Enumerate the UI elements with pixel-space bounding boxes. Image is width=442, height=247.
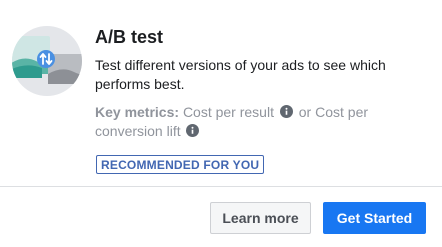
key-metrics-label: Key metrics: (95, 104, 180, 120)
footer-divider (0, 186, 442, 187)
ab-test-illustration-icon (12, 26, 82, 96)
card-title: A/B test (95, 27, 164, 47)
ab-test-card: A/B test Test different versions of your… (0, 0, 442, 247)
card-description: Test different versions of your ads to s… (95, 57, 386, 92)
info-icon[interactable] (279, 105, 293, 118)
metric-cost-per-result: Cost per result (182, 104, 274, 120)
info-icon[interactable] (186, 124, 200, 137)
recommended-badge: RECOMMENDED FOR YOU (96, 155, 265, 174)
metric-separator: or (298, 104, 312, 120)
key-metrics: Key metrics: Cost per result or Cost per… (95, 103, 405, 141)
card-content: A/B test Test different versions of your… (95, 26, 425, 174)
learn-more-button[interactable]: Learn more (210, 202, 311, 234)
get-started-button[interactable]: Get Started (323, 202, 426, 234)
